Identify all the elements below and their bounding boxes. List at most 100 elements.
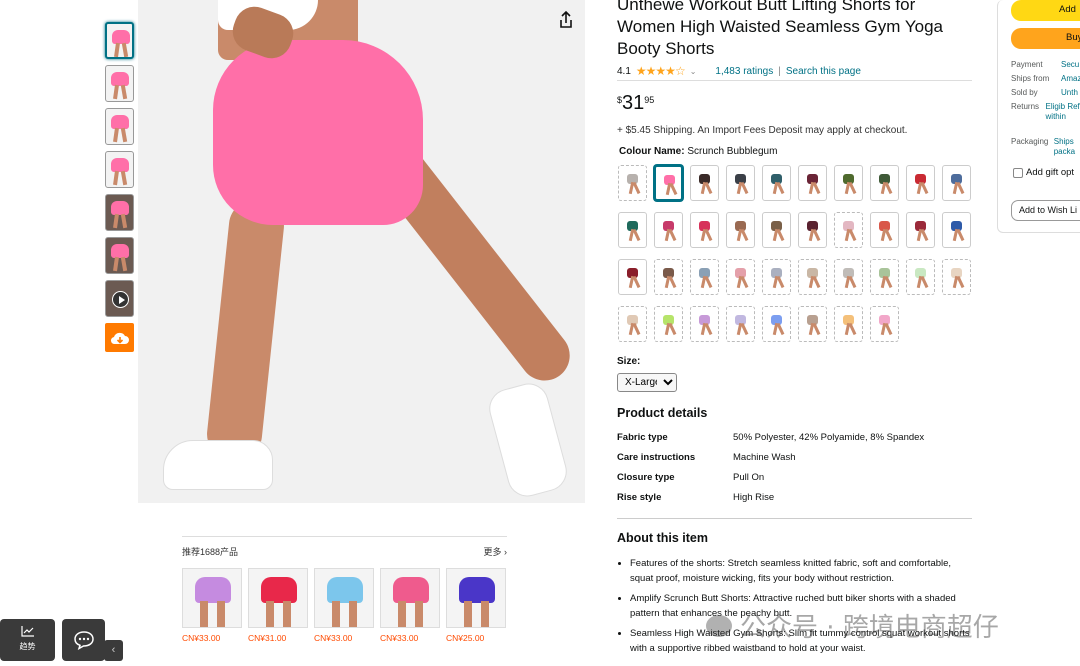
detail-key: Rise style <box>617 492 662 503</box>
buy-box-value[interactable]: Secu <box>1061 60 1079 70</box>
colour-swatch[interactable] <box>762 212 791 248</box>
size-label: Size: <box>617 356 641 367</box>
add-to-cart-button[interactable]: Add <box>1011 0 1080 21</box>
detail-key: Care instructions <box>617 452 696 463</box>
watermark-text: 公众号 · 跨境电商超仔 <box>740 613 999 643</box>
colour-swatch[interactable] <box>870 212 899 248</box>
colour-swatch[interactable] <box>870 306 899 342</box>
recommendation-price: CN¥33.00 <box>182 633 221 643</box>
chevron-down-icon[interactable]: ⌄ <box>690 67 697 76</box>
detail-value: 50% Polyester, 42% Polyamide, 8% Spandex <box>733 432 925 443</box>
colour-swatch[interactable] <box>618 165 647 201</box>
thumbnail-2[interactable] <box>105 65 134 102</box>
recommendation-image[interactable] <box>182 568 242 628</box>
recommendation-card[interactable]: CN¥33.00 <box>380 568 440 643</box>
recommendation-price: CN¥33.00 <box>314 633 353 643</box>
colour-swatch[interactable] <box>690 212 719 248</box>
add-to-wishlist-button[interactable]: Add to Wish Li <box>1011 200 1080 221</box>
colour-swatch[interactable] <box>942 165 971 201</box>
colour-swatch[interactable] <box>906 259 935 295</box>
price-fraction: 95 <box>644 95 655 105</box>
colour-swatch[interactable] <box>762 259 791 295</box>
buy-box-value[interactable]: Ships packa <box>1054 137 1080 157</box>
colour-swatch[interactable] <box>654 306 683 342</box>
colour-swatch[interactable] <box>870 165 899 201</box>
recommendation-heading: 推荐1688产品 <box>182 547 239 557</box>
buy-box: Add Buy Payment Secu Ships from Amaz Sold by… <box>997 0 1080 233</box>
colour-swatch[interactable] <box>906 165 935 201</box>
colour-swatch[interactable] <box>726 306 755 342</box>
main-product-image[interactable] <box>138 0 585 503</box>
recommendation-card[interactable]: CN¥33.00 <box>182 568 242 643</box>
colour-swatch[interactable] <box>942 212 971 248</box>
colour-swatch[interactable] <box>690 306 719 342</box>
buy-box-row: Packaging Ships packa <box>1011 137 1080 157</box>
colour-swatch[interactable] <box>798 259 827 295</box>
trend-chart-icon <box>20 626 34 637</box>
chat-button[interactable] <box>62 619 105 661</box>
colour-swatch[interactable] <box>618 259 647 295</box>
cloud-download-button[interactable] <box>105 323 134 352</box>
recommendation-image[interactable] <box>248 568 308 628</box>
collapse-toggle-button[interactable]: ‹ <box>104 640 123 661</box>
thumbnail-4[interactable] <box>105 151 134 188</box>
colour-swatch[interactable] <box>690 165 719 201</box>
colour-swatch[interactable] <box>654 212 683 248</box>
price: $ 31 95 <box>617 93 972 113</box>
colour-swatch[interactable] <box>726 165 755 201</box>
cloud-download-icon <box>110 332 129 344</box>
colour-swatch[interactable] <box>798 165 827 201</box>
colour-swatch[interactable] <box>834 212 863 248</box>
buy-box-key: Payment <box>1011 60 1043 69</box>
more-link[interactable]: 更多 › <box>484 545 508 558</box>
detail-key: Closure type <box>617 472 675 483</box>
about-heading: About this item <box>617 531 708 545</box>
gift-option[interactable]: Add gift opt <box>1013 167 1080 178</box>
buy-box-value[interactable]: Amaz <box>1061 74 1080 84</box>
colour-swatch[interactable] <box>618 212 647 248</box>
detail-key: Fabric type <box>617 432 668 443</box>
recommendation-card[interactable]: CN¥25.00 <box>446 568 506 643</box>
colour-swatch[interactable] <box>618 306 647 342</box>
colour-swatch[interactable] <box>762 165 791 201</box>
gift-checkbox[interactable] <box>1013 167 1023 178</box>
colour-swatch[interactable] <box>726 259 755 295</box>
ratings-count-link[interactable]: 1,483 ratings <box>715 66 773 77</box>
colour-swatch[interactable] <box>798 212 827 248</box>
buy-now-button[interactable]: Buy <box>1011 28 1080 49</box>
share-icon[interactable] <box>555 9 577 31</box>
recommendation-price: CN¥33.00 <box>380 633 419 643</box>
recommendation-image[interactable] <box>314 568 374 628</box>
colour-swatch[interactable] <box>762 306 791 342</box>
thumbnail-3[interactable] <box>105 108 134 145</box>
recommendation-card[interactable]: CN¥33.00 <box>314 568 374 643</box>
colour-swatch[interactable] <box>870 259 899 295</box>
colour-swatch[interactable] <box>942 259 971 295</box>
search-this-page-link[interactable]: Search this page <box>786 66 861 77</box>
thumbnail-6[interactable] <box>105 237 134 274</box>
size-dropdown[interactable]: X-Large <box>617 373 677 392</box>
thumbnail-5[interactable] <box>105 194 134 231</box>
colour-swatch[interactable] <box>654 165 683 201</box>
colour-swatch[interactable] <box>654 259 683 295</box>
thumbnail-list <box>105 22 135 352</box>
colour-swatch[interactable] <box>726 212 755 248</box>
recommendation-card[interactable]: CN¥31.00 <box>248 568 308 643</box>
colour-swatch[interactable] <box>690 259 719 295</box>
thumbnail-video[interactable] <box>105 280 134 317</box>
buy-box-value[interactable]: Eligib Refun within <box>1046 102 1080 122</box>
trend-button[interactable]: 趋势 <box>0 619 55 661</box>
recommendation-image[interactable] <box>446 568 506 628</box>
thumbnail-1[interactable] <box>105 22 134 59</box>
separator: | <box>778 65 781 77</box>
colour-swatch[interactable] <box>834 165 863 201</box>
colour-swatch[interactable] <box>834 259 863 295</box>
recommendation-image[interactable] <box>380 568 440 628</box>
buy-box-value[interactable]: Unth <box>1061 88 1078 98</box>
star-rating-icon[interactable]: ★★★★☆ <box>636 64 686 78</box>
colour-swatch[interactable] <box>798 306 827 342</box>
gift-label: Add gift opt <box>1026 167 1075 178</box>
product-title: Unthewe Workout Butt Lifting Shorts for … <box>617 0 943 58</box>
colour-swatch[interactable] <box>834 306 863 342</box>
colour-swatch[interactable] <box>906 212 935 248</box>
